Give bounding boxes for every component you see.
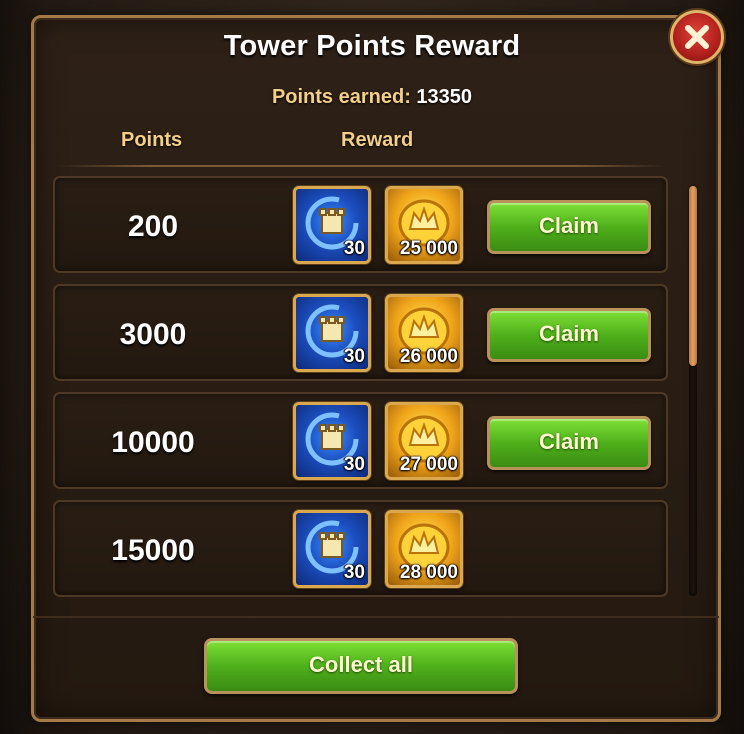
gold-item[interactable]: 27 000 <box>385 402 463 480</box>
gold-item[interactable]: 25 000 <box>385 186 463 264</box>
tower-token-item[interactable]: 30 <box>293 510 371 588</box>
tower-token-item[interactable]: 30 <box>293 186 371 264</box>
row-points-value: 3000 <box>119 318 187 351</box>
column-header-reward: Reward <box>341 129 414 151</box>
gold-quantity: 26 000 <box>399 346 458 367</box>
points-earned: Points earned: 13350 <box>0 86 744 109</box>
gold-item[interactable]: 28 000 <box>385 510 463 588</box>
claim-button[interactable]: Claim <box>487 416 651 470</box>
collect-all-button[interactable]: Collect all <box>204 638 518 694</box>
row-points-value: 10000 <box>111 426 195 459</box>
reward-row: 10000 30 27 000 Claim <box>53 392 668 489</box>
footer-divider <box>33 616 719 618</box>
header-divider <box>58 165 666 167</box>
gold-quantity: 28 000 <box>399 562 458 583</box>
tower-token-item[interactable]: 30 <box>293 402 371 480</box>
row-points-value: 15000 <box>111 534 195 567</box>
list-scrollbar[interactable] <box>689 186 697 596</box>
scrollbar-thumb[interactable] <box>689 186 697 366</box>
tower-token-quantity: 30 <box>343 238 365 259</box>
claim-button[interactable]: Claim <box>487 200 651 254</box>
points-earned-label: Points earned: <box>271 86 411 108</box>
points-earned-value: 13350 <box>416 86 473 108</box>
tower-token-quantity: 30 <box>343 346 365 367</box>
row-points-value: 200 <box>127 210 179 243</box>
tower-token-item[interactable]: 30 <box>293 294 371 372</box>
gold-quantity: 27 000 <box>399 454 458 475</box>
reward-list[interactable]: 200 30 25 000 Claim 3000 30 26 000 Claim… <box>45 172 685 599</box>
dialog-title: Tower Points Reward <box>223 30 521 62</box>
reward-row: 3000 30 26 000 Claim <box>53 284 668 381</box>
reward-row: 15000 30 28 000 <box>53 500 668 597</box>
gold-quantity: 25 000 <box>399 238 458 259</box>
column-header-points: Points <box>121 129 183 151</box>
close-icon <box>685 25 709 49</box>
claim-button[interactable]: Claim <box>487 308 651 362</box>
tower-token-quantity: 30 <box>343 562 365 583</box>
tower-token-quantity: 30 <box>343 454 365 475</box>
close-button[interactable] <box>670 10 724 64</box>
gold-item[interactable]: 26 000 <box>385 294 463 372</box>
reward-row: 200 30 25 000 Claim <box>53 176 668 273</box>
